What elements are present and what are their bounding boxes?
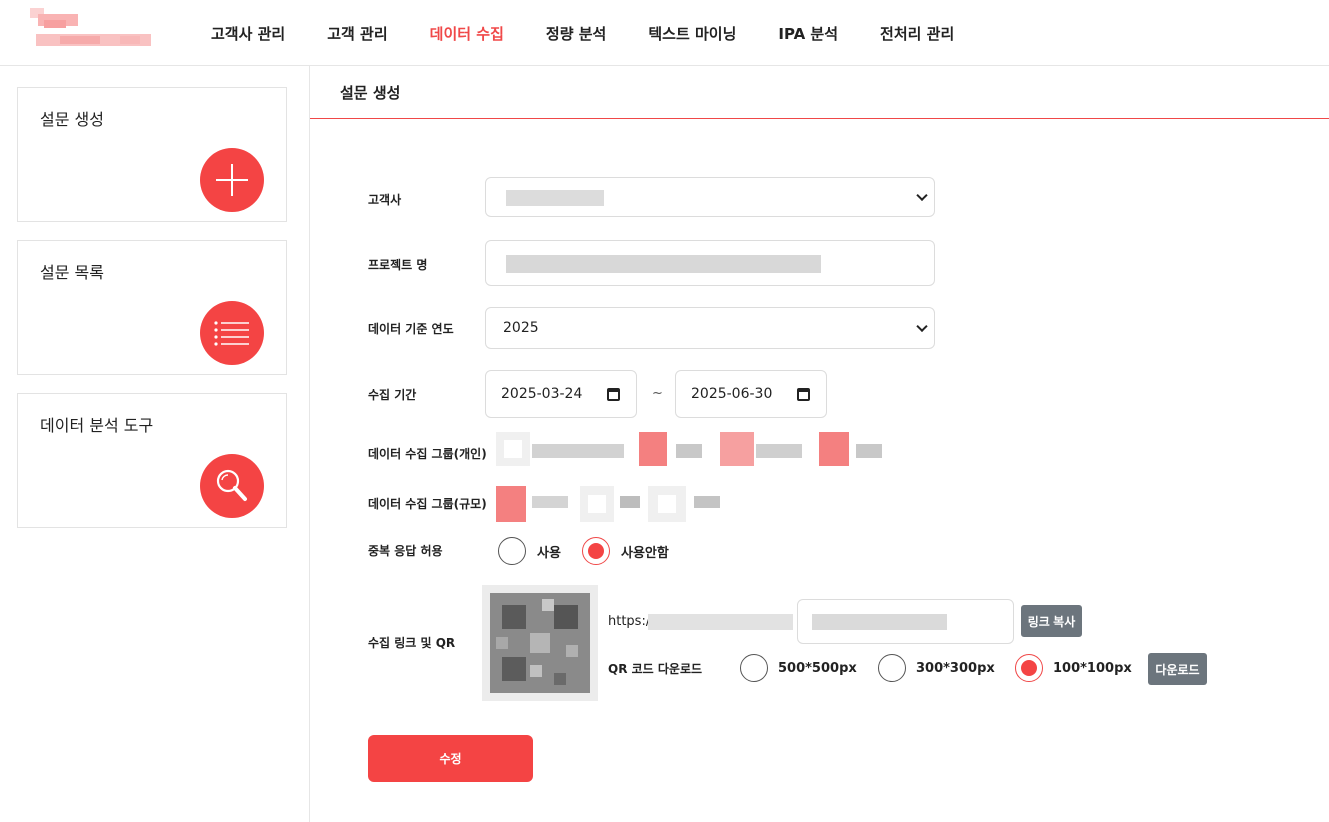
group-checkbox[interactable]: [648, 486, 686, 522]
search-icon: [200, 454, 264, 518]
nav-text-mining[interactable]: 텍스트 마이닝: [648, 23, 736, 44]
client-label: 고객사: [368, 193, 402, 207]
group-option-label: [620, 496, 640, 508]
start-date-input[interactable]: 2025-03-24: [485, 370, 637, 418]
duplicate-allow-radio[interactable]: [498, 537, 526, 565]
qr-size-500-radio[interactable]: [740, 654, 768, 682]
start-date-value: 2025-03-24: [501, 386, 583, 402]
year-select[interactable]: 2025: [485, 307, 935, 349]
copy-link-button[interactable]: 링크 복사: [1021, 605, 1082, 637]
group-option-label: [756, 444, 802, 458]
group-option-label: [532, 444, 624, 458]
collection-link-input[interactable]: [797, 599, 1014, 644]
page-header: 설문 생성: [310, 66, 1329, 119]
project-name-input[interactable]: [485, 240, 935, 286]
sidebar-card-survey-list[interactable]: 설문 목록: [17, 240, 287, 375]
qr-size-500-label: 500*500px: [778, 661, 857, 676]
group-checkbox[interactable]: [496, 486, 526, 522]
sidebar-card-create-survey[interactable]: 설문 생성: [17, 87, 287, 222]
group-scale-label: 데이터 수집 그룹(규모): [368, 497, 487, 511]
qr-download-button[interactable]: 다운로드: [1148, 653, 1207, 685]
top-navbar: 고객사 관리 고객 관리 데이터 수집 정량 분석 텍스트 마이닝 IPA 분석…: [0, 0, 1329, 66]
qr-size-100-radio[interactable]: [1015, 654, 1043, 682]
submit-button[interactable]: 수정: [368, 735, 533, 782]
sidebar: 설문 생성 설문 목록 데이터 분석 도구: [0, 66, 310, 822]
project-name-label: 프로젝트 명: [368, 258, 428, 272]
group-checkbox[interactable]: [720, 432, 754, 466]
nav-customer[interactable]: 고객 관리: [327, 23, 387, 44]
nav-preprocessing[interactable]: 전처리 관리: [880, 23, 954, 44]
qr-size-300-label: 300*300px: [916, 661, 995, 676]
group-checkbox[interactable]: [819, 432, 849, 466]
date-range-separator: ~: [652, 386, 663, 401]
qr-code: [482, 585, 598, 701]
nav-quantitative-analysis[interactable]: 정량 분석: [546, 23, 606, 44]
group-checkbox[interactable]: [639, 432, 667, 466]
collection-link-text: https:/: [608, 614, 651, 629]
page-title: 설문 생성: [340, 84, 401, 102]
nav-data-collection[interactable]: 데이터 수집: [430, 23, 504, 44]
duplicate-label: 중복 응답 허용: [368, 544, 443, 558]
list-icon: [200, 301, 264, 365]
year-value: 2025: [503, 320, 539, 336]
end-date-input[interactable]: 2025-06-30: [675, 370, 827, 418]
main-content: 설문 생성 고객사 프로젝트 명 데이터 기준 연도 2025 수집 기간 20…: [310, 66, 1329, 822]
collection-link-url: [648, 614, 793, 630]
card-title: 설문 목록: [40, 263, 104, 282]
calendar-icon[interactable]: [797, 388, 810, 401]
link-qr-label: 수집 링크 및 QR: [368, 636, 456, 650]
period-label: 수집 기간: [368, 388, 417, 402]
group-checkbox[interactable]: [580, 486, 614, 522]
qr-size-100-label: 100*100px: [1053, 661, 1132, 676]
duplicate-deny-radio[interactable]: [582, 537, 610, 565]
duplicate-deny-label: 사용안함: [621, 546, 669, 561]
chevron-down-icon: [916, 189, 928, 202]
card-title: 설문 생성: [40, 110, 104, 129]
group-option-label: [532, 496, 568, 508]
plus-icon: [200, 148, 264, 212]
qr-size-300-radio[interactable]: [878, 654, 906, 682]
card-title: 데이터 분석 도구: [40, 416, 154, 435]
year-label: 데이터 기준 연도: [368, 322, 454, 336]
nav-ipa-analysis[interactable]: IPA 분석: [778, 23, 838, 44]
group-option-label: [694, 496, 720, 508]
chevron-down-icon: [916, 320, 928, 333]
qr-download-label: QR 코드 다운로드: [608, 662, 703, 676]
group-individual-label: 데이터 수집 그룹(개인): [368, 447, 487, 461]
group-option-label: [676, 444, 702, 458]
group-checkbox[interactable]: [496, 432, 530, 466]
main-nav: 고객사 관리 고객 관리 데이터 수집 정량 분석 텍스트 마이닝 IPA 분석…: [190, 0, 975, 66]
duplicate-allow-label: 사용: [537, 546, 561, 561]
sidebar-card-analysis-tool[interactable]: 데이터 분석 도구: [17, 393, 287, 528]
nav-client-company[interactable]: 고객사 관리: [211, 23, 285, 44]
calendar-icon[interactable]: [607, 388, 620, 401]
client-select[interactable]: [485, 177, 935, 217]
group-option-label: [856, 444, 882, 458]
logo[interactable]: [30, 8, 155, 54]
end-date-value: 2025-06-30: [691, 386, 773, 402]
